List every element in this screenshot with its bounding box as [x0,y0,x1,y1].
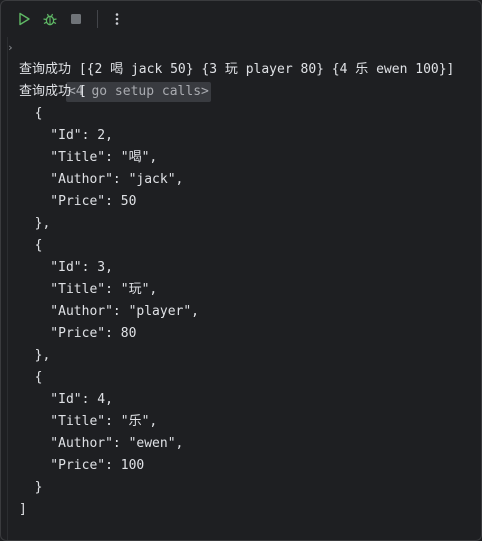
bug-icon [43,13,57,26]
rerun-button[interactable] [13,8,35,30]
more-options-button[interactable] [106,8,128,30]
console-line: 查询成功 [ [19,84,87,99]
console-line: } [19,480,43,495]
console-line: 查询成功 [{2 喝 jack 50} {3 玩 player 80} {4 乐… [19,62,455,77]
play-icon [19,12,30,26]
stop-button[interactable] [65,8,87,30]
console-line: "Author": "jack", [19,172,184,187]
console-line: "Price": 80 [19,326,137,341]
console-line: { [19,370,43,385]
console-line: { [19,106,43,121]
console-line: "Title": "玩", [19,282,158,297]
console-line: "Id": 2, [19,128,113,143]
run-console-window: › <4 go setup calls> 查询成功 [{2 喝 jack 50}… [0,0,482,541]
console-line: "Author": "player", [19,304,200,319]
output-lines: 查询成功 [{2 喝 jack 50} {3 玩 player 80} {4 乐… [1,59,481,521]
console-output[interactable]: › <4 go setup calls> 查询成功 [{2 喝 jack 50}… [1,37,481,540]
console-toolbar [1,1,481,37]
console-line: { [19,238,43,253]
console-line: "Id": 4, [19,392,113,407]
expand-chevron-icon[interactable]: › [7,37,14,59]
console-line: "Title": "乐", [19,414,158,429]
console-line: }, [19,216,51,231]
console-line: "Price": 100 [19,458,145,473]
console-line: ] [19,502,27,517]
console-line: "Title": "喝", [19,150,158,165]
console-line: "Price": 50 [19,194,137,209]
setup-calls-line[interactable]: › <4 go setup calls> [1,37,481,102]
debug-button[interactable] [39,8,61,30]
console-line: "Author": "ewen", [19,436,184,451]
toolbar-separator [97,10,98,28]
console-line: "Id": 3, [19,260,113,275]
stop-icon [71,14,81,24]
console-line: }, [19,348,51,363]
more-vertical-icon [115,13,119,25]
